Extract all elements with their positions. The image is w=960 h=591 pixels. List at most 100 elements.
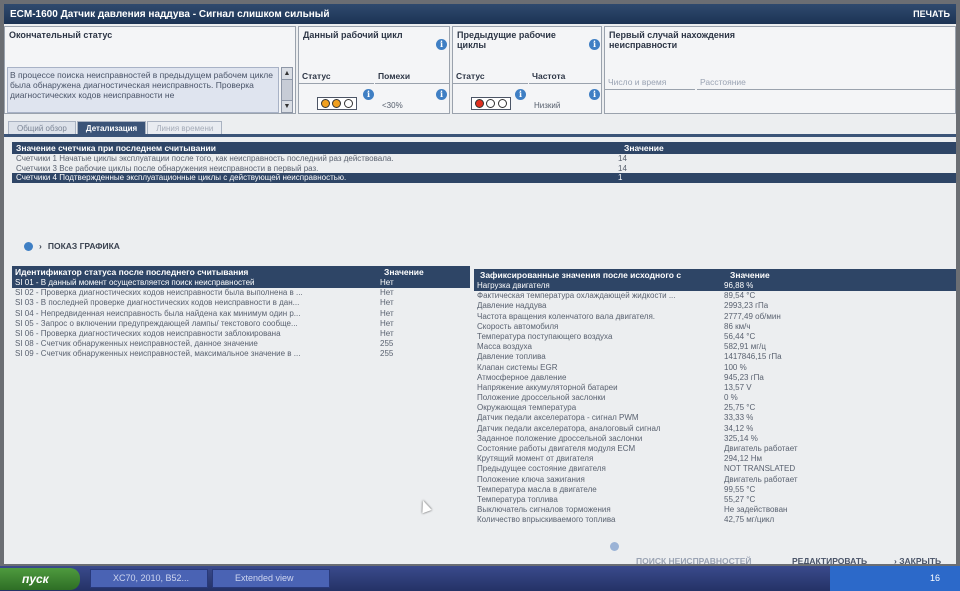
row-name: SI 02 - Проверка диагностических кодов н…	[15, 288, 303, 298]
row-name: Напряжение аккумуляторной батареи	[477, 382, 618, 392]
show-graph-label: ПОКАЗ ГРАФИКА	[47, 241, 120, 251]
table-row[interactable]: Давление наддува 2993,23 гПа	[474, 301, 956, 311]
row-name: Выключатель сигналов торможения	[477, 505, 611, 515]
table-row[interactable]: Датчик педали акселератора - сигнал PWM 3…	[474, 413, 956, 423]
table-row[interactable]: Окружающая температура 25,75 °C	[474, 403, 956, 413]
table-row[interactable]: Атмосферное давление 945,23 гПа	[474, 373, 956, 383]
counters-header-name: Значение счетчика при последнем считыван…	[16, 143, 216, 153]
main-window: ECM-1600 Датчик давления наддува - Сигна…	[4, 4, 956, 564]
row-name: Датчик педали акселератора, аналоговый с…	[477, 423, 661, 433]
taskbar-item[interactable]: Extended view	[212, 569, 330, 588]
row-name: Температура топлива	[477, 494, 558, 504]
tab-timeline[interactable]: Линия времени	[147, 121, 223, 135]
table-row[interactable]: Температура поступающего воздуха 56,44 °C	[474, 332, 956, 342]
frozen-rows: Нагрузка двигателя 96,88 % Фактическая тем…	[474, 281, 956, 526]
table-row[interactable]: Фактическая температура охлаждающей жидк…	[474, 291, 956, 301]
close-button[interactable]: › ЗАКРЫТЬ	[894, 556, 941, 564]
footer-info-icon[interactable]	[610, 542, 619, 551]
table-row[interactable]: Клапан системы EGR 100 %	[474, 363, 956, 373]
counters-table: Значение счетчика при последнем считыван…	[12, 142, 956, 183]
window-title: ECM-1600 Датчик давления наддува - Сигна…	[10, 8, 330, 20]
row-name: Количество впрыскиваемого топлива	[477, 515, 616, 525]
row-name: Положение ключа зажигания	[477, 474, 585, 484]
table-row[interactable]: Температура масла в двигателе 99,55 °C	[474, 485, 956, 495]
table-row[interactable]: Счетчики 3 Все рабочие циклы после обнар…	[12, 164, 956, 174]
status-panel: Окончательный статус В процессе поиска н…	[4, 26, 956, 122]
frozen-header-name: Зафиксированные значения после исходного…	[480, 270, 682, 280]
table-row[interactable]: Количество впрыскиваемого топлива 42,75 м…	[474, 515, 956, 525]
row-name: Атмосферное давление	[477, 372, 567, 382]
clock: 16	[929, 573, 940, 583]
table-row[interactable]: SI 02 - Проверка диагностических кодов н…	[12, 288, 470, 298]
scroll-up-icon[interactable]: ▲	[282, 68, 292, 80]
table-row[interactable]: Предыдущее состояние двигателя NOT TRANSL…	[474, 464, 956, 474]
lamp-dot	[475, 99, 485, 108]
edit-button[interactable]: РЕДАКТИРОВАТЬ	[792, 556, 867, 564]
row-value: 255	[380, 339, 394, 349]
table-row[interactable]: SI 06 - Проверка диагностических кодов н…	[12, 329, 470, 339]
lamp-dot	[343, 99, 353, 108]
table-row[interactable]: SI 04 - Непредвиденная неисправность был…	[12, 309, 470, 319]
table-row[interactable]: Давление топлива 1417846,15 гПа	[474, 352, 956, 362]
row-name: SI 03 - В последней проверке диагностиче…	[15, 298, 300, 308]
row-name: SI 04 - Непредвиденная неисправность был…	[15, 308, 301, 318]
tab-details[interactable]: Детализация	[76, 121, 147, 135]
print-button[interactable]: ПЕЧАТЬ	[913, 9, 950, 19]
row-value: NOT TRANSLATED	[724, 464, 796, 474]
table-row[interactable]: Счетчики 1 Начатые циклы эксплуатации по…	[12, 154, 956, 164]
row-name: Давление топлива	[477, 352, 546, 362]
row-value: 25,75 °C	[724, 403, 756, 413]
table-row[interactable]: Масса воздуха 582,91 мг/ц	[474, 342, 956, 352]
row-value: 86 км/ч	[724, 321, 751, 331]
table-row-selected[interactable]: SI 01 - В данный момент осуществляется п…	[12, 278, 470, 289]
chevron-right-icon: ›	[39, 241, 42, 251]
info-icon[interactable]: i	[589, 39, 600, 50]
counter-name: Счетчики 3 Все рабочие циклы после обнар…	[16, 163, 319, 173]
start-button[interactable]: пуск	[0, 567, 80, 590]
table-row[interactable]: Температура топлива 55,27 °C	[474, 495, 956, 505]
counters-header: Значение счетчика при последнем считыван…	[12, 142, 956, 154]
row-value: 33,33 %	[724, 413, 754, 423]
taskbar: пуск XC70, 2010, B52... Extended view 16	[0, 566, 960, 591]
table-row[interactable]: Выключатель сигналов торможения Не задейс…	[474, 505, 956, 515]
table-row[interactable]: SI 09 - Счетчик обнаруженных неисправнос…	[12, 349, 470, 359]
lamp-dot	[497, 99, 507, 108]
table-row[interactable]: Состояние работы двигателя модуля ECM Дви…	[474, 444, 956, 454]
info-icon[interactable]: i	[515, 89, 526, 100]
info-icon[interactable]: i	[589, 89, 600, 100]
table-row[interactable]: Положение дроссельной заслонки 0 %	[474, 393, 956, 403]
info-icon[interactable]: i	[363, 89, 374, 100]
row-value: 42,75 мг/цикл	[724, 515, 775, 525]
table-row[interactable]: Частота вращения коленчатого вала двигат…	[474, 312, 956, 322]
taskbar-item[interactable]: XC70, 2010, B52...	[90, 569, 208, 588]
table-row-selected[interactable]: Нагрузка двигателя 96,88 %	[474, 281, 956, 292]
find-fault-button[interactable]: ПОИСК НЕИСПРАВНОСТЕЙ	[636, 556, 752, 564]
table-row[interactable]: SI 03 - В последней проверке диагностиче…	[12, 298, 470, 308]
lamp-dot	[321, 99, 331, 108]
row-name: SI 01 - В данный момент осуществляется п…	[15, 278, 255, 287]
start-label: пуск	[22, 571, 49, 586]
table-row[interactable]: Скорость автомобиля 86 км/ч	[474, 322, 956, 332]
table-row[interactable]: Положение ключа зажигания Двигатель работ…	[474, 475, 956, 485]
row-value: 582,91 мг/ц	[724, 342, 766, 352]
table-row[interactable]: Крутящий момент от двигателя 294,12 Нм	[474, 454, 956, 464]
current-cycle-label: Данный рабочий цикл	[303, 30, 403, 40]
table-row[interactable]: Заданное положение дроссельной заслонки 3…	[474, 434, 956, 444]
info-icon[interactable]: i	[436, 89, 447, 100]
row-value: Нет	[380, 288, 394, 298]
scroll-down-icon[interactable]: ▼	[282, 100, 292, 112]
row-value: 0 %	[724, 393, 738, 403]
table-row[interactable]: Напряжение аккумуляторной батареи 13,57 V	[474, 383, 956, 393]
row-name: Скорость автомобиля	[477, 321, 559, 331]
status-id-header-name: Идентификатор статуса после последнего с…	[15, 267, 249, 277]
tab-overview[interactable]: Общий обзор	[8, 121, 76, 135]
table-row[interactable]: Датчик педали акселератора, аналоговый с…	[474, 424, 956, 434]
final-status-scrollbar[interactable]: ▲ ▼	[281, 67, 293, 113]
frequency-value: Низкий	[534, 101, 561, 110]
table-row-selected[interactable]: Счетчики 4 Подтвержденные эксплуатационн…	[12, 173, 956, 183]
status-id-header: Идентификатор статуса после последнего с…	[12, 266, 470, 278]
table-row[interactable]: SI 08 - Счетчик обнаруженных неисправнос…	[12, 339, 470, 349]
info-icon[interactable]: i	[436, 39, 447, 50]
table-row[interactable]: SI 05 - Запрос о включении предупреждающ…	[12, 319, 470, 329]
show-graph-link[interactable]: › ПОКАЗ ГРАФИКА	[24, 241, 120, 251]
